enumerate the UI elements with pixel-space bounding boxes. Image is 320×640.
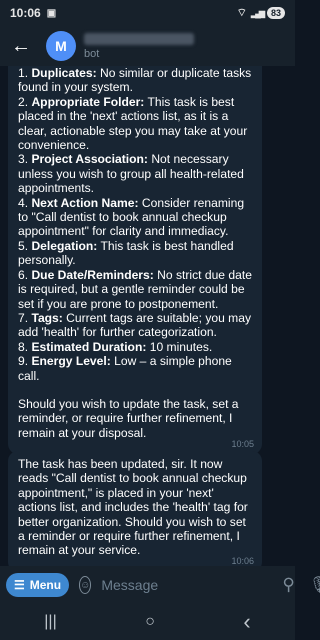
message-bubble[interactable]: The task has been updated, sir. It now r… — [8, 451, 262, 566]
menu-label: Menu — [29, 578, 62, 592]
list-item: 5. Delegation: This task is best handled… — [18, 238, 234, 268]
message-timestamp: 10:06 — [231, 556, 254, 566]
status-bar: 10:06 ▣ ⌔ ▂▄▆ 83 — [0, 0, 295, 26]
list-item: 8. Estimated Duration: 10 minutes. — [18, 339, 213, 354]
screenshot-icon: ▣ — [46, 7, 57, 19]
message-text: The task has been updated, sir. It now r… — [18, 457, 248, 558]
message-bubble[interactable]: 1. Duplicates: No similar or duplicate t… — [8, 66, 262, 455]
attach-icon[interactable]: ⚲ — [282, 575, 294, 595]
list-item: 3. Project Association: Not necessary un… — [18, 152, 244, 196]
list-item: 1. Duplicates: No similar or duplicate t… — [18, 66, 252, 95]
list-item: 4. Next Action Name: Consider renaming t… — [18, 195, 245, 239]
avatar[interactable]: M — [46, 31, 76, 61]
battery-indicator: 83 — [266, 7, 285, 19]
signal-icon: ▂▄▆ — [251, 8, 265, 18]
recents-button[interactable]: ||| — [44, 613, 56, 631]
message-closing: Should you wish to update the task, set … — [18, 396, 239, 440]
microphone-icon[interactable]: 🎙 — [309, 575, 320, 595]
back-arrow-icon[interactable]: ← — [10, 35, 32, 57]
status-time: 10:06 — [10, 6, 41, 20]
list-item: 9. Energy Level: Low – a simple phone ca… — [18, 354, 232, 383]
back-button[interactable]: ‹ — [243, 609, 250, 635]
home-button[interactable]: ○ — [145, 613, 155, 631]
message-input[interactable] — [101, 577, 283, 593]
chat-area[interactable]: 1. Duplicates: No similar or duplicate t… — [0, 66, 295, 566]
chat-name-redacted — [84, 32, 194, 45]
chat-header: ← M bot — [0, 26, 295, 66]
emoji-icon[interactable]: ☺ — [79, 576, 92, 594]
chat-title-block[interactable]: bot — [84, 32, 194, 60]
composer-bar: ☰ Menu ☺ ⚲ 🎙 — [0, 566, 320, 604]
list-item: 6. Due Date/Reminders: No strict due dat… — [18, 267, 252, 311]
chat-subtitle: bot — [84, 47, 100, 60]
message-timestamp: 10:05 — [231, 438, 254, 449]
menu-icon: ☰ — [14, 578, 25, 592]
list-item: 7. Tags: Current tags are suitable; you … — [18, 310, 252, 340]
menu-button[interactable]: ☰ Menu — [6, 573, 70, 597]
system-nav-bar: ||| ○ ‹ — [0, 604, 295, 640]
list-item: 2. Appropriate Folder: This task is best… — [18, 94, 248, 153]
wifi-icon: ⌔ — [236, 7, 247, 19]
